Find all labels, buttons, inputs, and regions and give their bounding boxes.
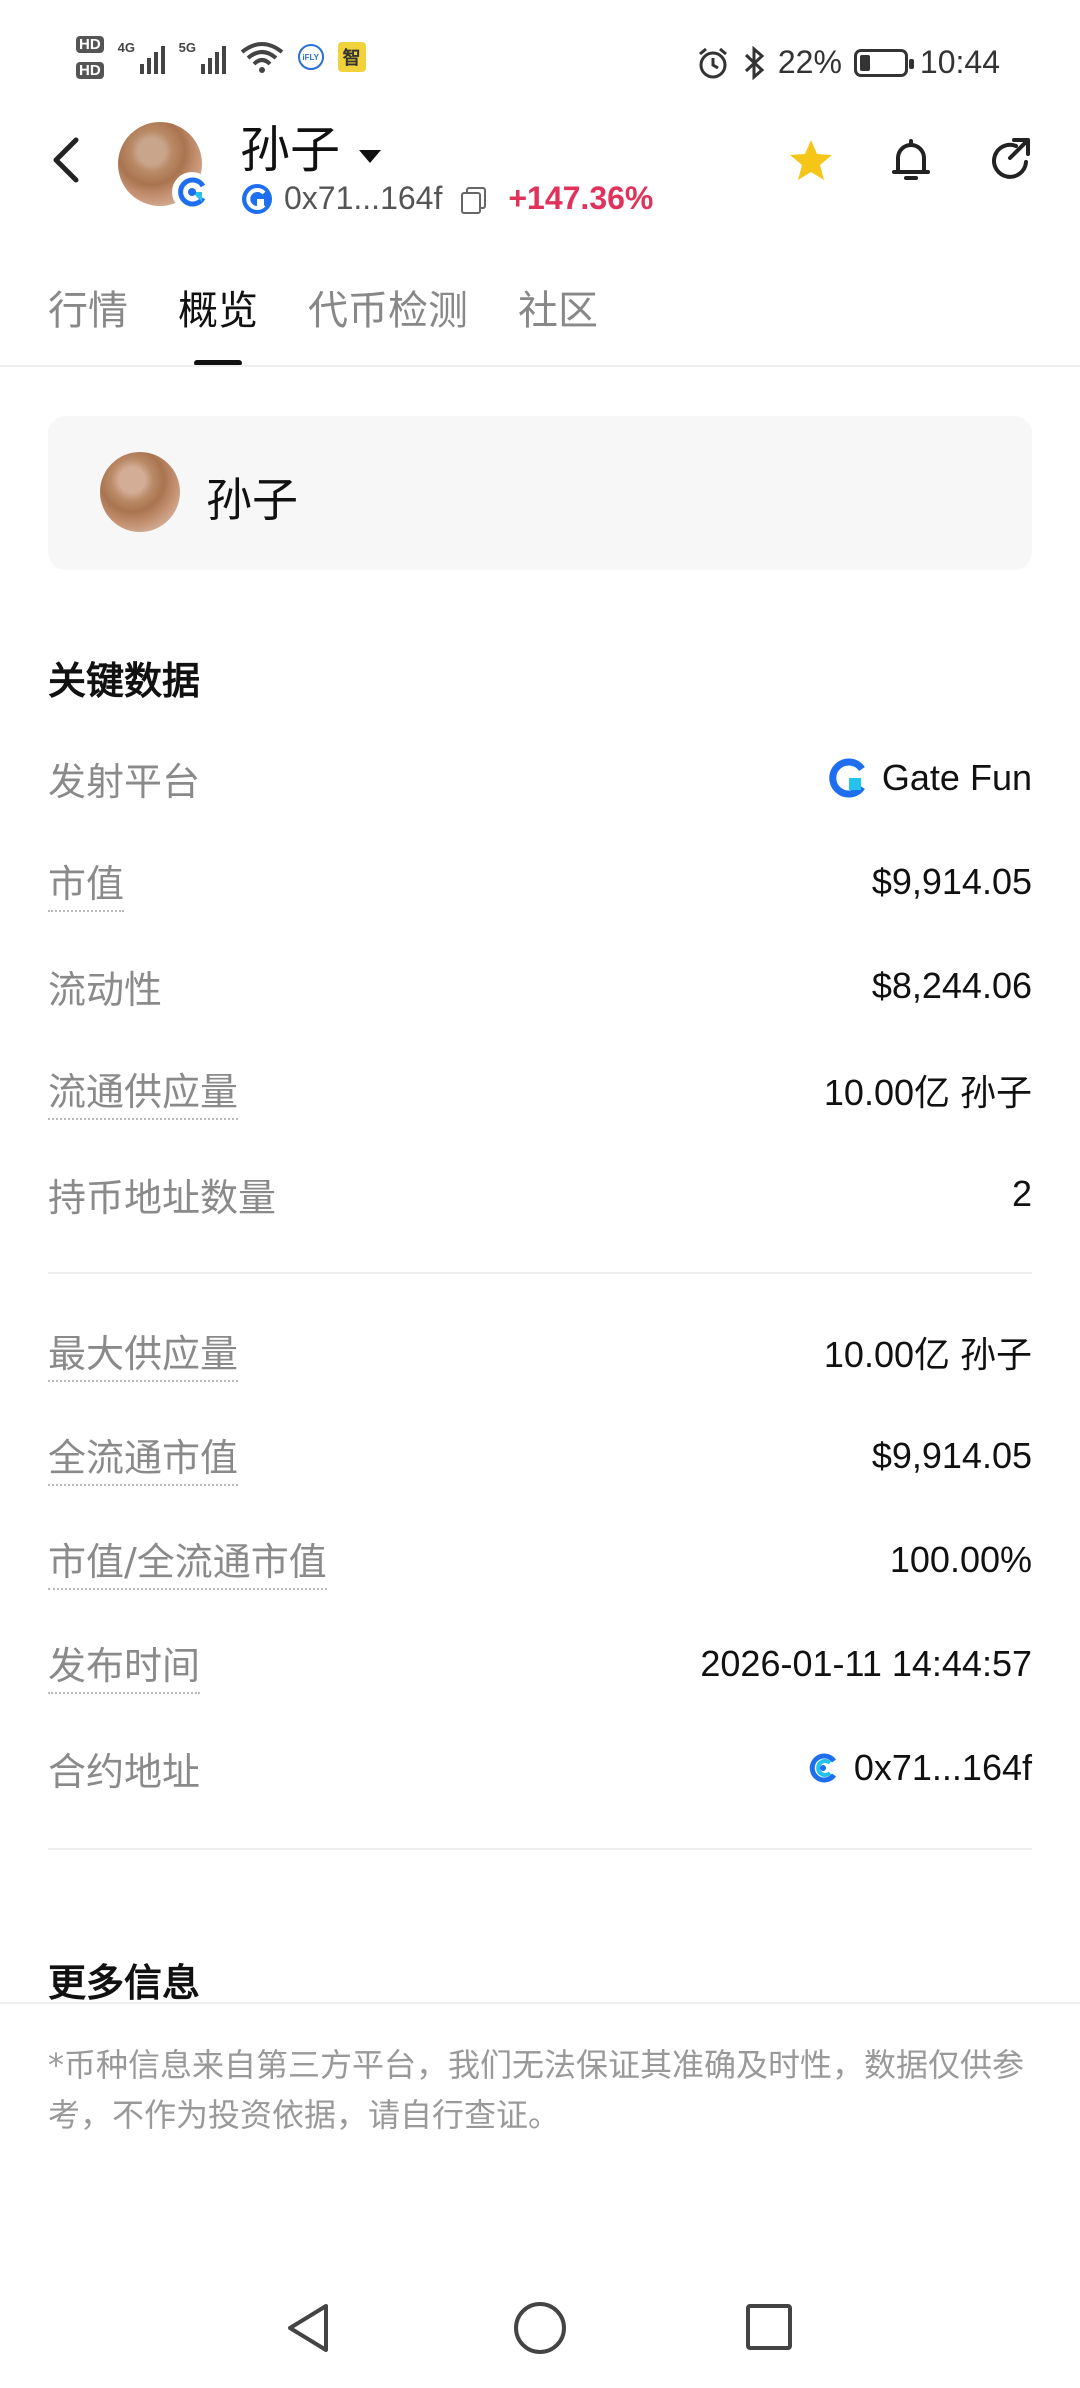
circulating-supply-label[interactable]: 流通供应量: [48, 1061, 239, 1120]
market-cap-label[interactable]: 市值: [48, 853, 125, 912]
row-platform: 发射平台 Gate Fun: [48, 748, 1032, 808]
max-supply-value: 10.00亿 孙子: [823, 1334, 1032, 1375]
launch-time-label[interactable]: 发布时间: [48, 1635, 201, 1694]
status-bar: HD HD 4G 5G iFLY 智 22% 10:44: [0, 0, 1080, 120]
more-info-title: 更多信息: [48, 1961, 201, 2005]
token-header: 孙子 0x71...164f +147.36%: [0, 110, 1080, 240]
disclaimer-divider: [0, 2002, 1080, 2004]
holders-label: 持币地址数量: [48, 1175, 277, 1220]
token-card: 孙子: [48, 416, 1032, 570]
nav-home-icon[interactable]: [514, 2302, 566, 2354]
max-supply-label[interactable]: 最大供应量: [48, 1323, 239, 1382]
circulating-supply-value: 10.00亿 孙子: [823, 1072, 1032, 1113]
favorite-star-icon[interactable]: [786, 136, 836, 186]
launch-time-value: 2026-01-11 14:44:57: [700, 1643, 1032, 1684]
hd-icon-1: HD: [76, 34, 104, 54]
alarm-icon: [698, 47, 727, 78]
contract-address-short: 0x71...164f: [284, 180, 443, 216]
token-title-selector[interactable]: 孙子: [240, 110, 382, 182]
market-cap-value: $9,914.05: [871, 861, 1032, 902]
ifly-app-icon: iFLY: [297, 44, 324, 70]
bell-icon[interactable]: [886, 136, 936, 186]
tab-overview[interactable]: 概览: [178, 278, 258, 336]
section-divider: [48, 1272, 1032, 1274]
platform-value: Gate Fun: [828, 757, 1032, 799]
token-subtitle: 0x71...164f +147.36%: [240, 180, 653, 217]
gate-logo-icon: [242, 183, 272, 214]
tab-community[interactable]: 社区: [518, 278, 598, 336]
chain-logo-icon: [809, 1753, 836, 1783]
dropdown-caret-icon: [359, 150, 382, 163]
row-liquidity: 流动性 $8,244.06: [48, 956, 1032, 1016]
row-max-supply: 最大供应量 10.00亿 孙子: [48, 1322, 1032, 1382]
price-change: +147.36%: [508, 180, 654, 216]
mc-fdv-label[interactable]: 市值/全流通市值: [48, 1531, 327, 1590]
chain-badge-icon: [172, 172, 212, 212]
row-launch-time: 发布时间 2026-01-11 14:44:57: [48, 1634, 1032, 1694]
liquidity-value: $8,244.06: [871, 965, 1032, 1006]
fdv-value: $9,914.05: [871, 1435, 1032, 1476]
holders-value: 2: [1011, 1173, 1032, 1214]
hd-icon-2: HD: [76, 60, 104, 80]
liquidity-label: 流动性: [48, 967, 163, 1012]
share-icon[interactable]: [986, 136, 1036, 186]
bluetooth-icon: [744, 45, 765, 80]
signal-4g-icon: 4G: [118, 40, 165, 74]
contract-label: 合约地址: [48, 1749, 201, 1794]
section-divider-2: [48, 1848, 1032, 1850]
row-fdv: 全流通市值 $9,914.05: [48, 1426, 1032, 1486]
system-nav-bar: [0, 2270, 1080, 2388]
header-actions: [786, 136, 1036, 186]
row-market-cap: 市值 $9,914.05: [48, 852, 1032, 912]
wifi-icon: [240, 42, 283, 73]
disclaimer-text: *币种信息来自第三方平台，我们无法保证其准确及时性，数据仅供参考，不作为投资依据…: [48, 2046, 1025, 2134]
token-name: 孙子: [240, 121, 340, 179]
hd-indicators: HD HD: [76, 34, 104, 80]
back-arrow-icon[interactable]: [44, 130, 88, 190]
signal-5g-icon: 5G: [179, 40, 226, 74]
row-contract: 合约地址 0x71...164f: [48, 1738, 1032, 1798]
battery-icon: [853, 48, 914, 77]
platform-label: 发射平台: [48, 759, 201, 804]
mc-fdv-value: 100.00%: [889, 1539, 1032, 1580]
token-card-name: 孙子: [206, 473, 298, 527]
status-left: HD HD 4G 5G iFLY 智: [76, 34, 366, 80]
clock: 10:44: [919, 44, 1000, 80]
row-holders: 持币地址数量 2: [48, 1164, 1032, 1224]
row-circulating-supply: 流通供应量 10.00亿 孙子: [48, 1060, 1032, 1120]
copy-icon[interactable]: [460, 185, 488, 214]
token-card-avatar: [100, 452, 180, 532]
status-right: 22% 10:44: [696, 44, 1000, 81]
gate-fun-logo-icon: [829, 758, 865, 798]
battery-percent: 22%: [777, 44, 842, 80]
tab-bar: 行情 概览 代币检测 社区: [48, 278, 598, 336]
nav-recents-icon[interactable]: [746, 2304, 792, 2350]
fdv-label[interactable]: 全流通市值: [48, 1427, 239, 1486]
tab-market[interactable]: 行情: [48, 278, 128, 336]
tab-divider: [0, 365, 1080, 367]
nav-back-icon[interactable]: [284, 2300, 334, 2356]
key-data-title: 关键数据: [48, 659, 201, 703]
notification-app-icon: 智: [337, 42, 366, 72]
row-mc-fdv: 市值/全流通市值 100.00%: [48, 1530, 1032, 1590]
tab-token-check[interactable]: 代币检测: [308, 278, 468, 336]
contract-value[interactable]: 0x71...164f: [804, 1747, 1032, 1789]
